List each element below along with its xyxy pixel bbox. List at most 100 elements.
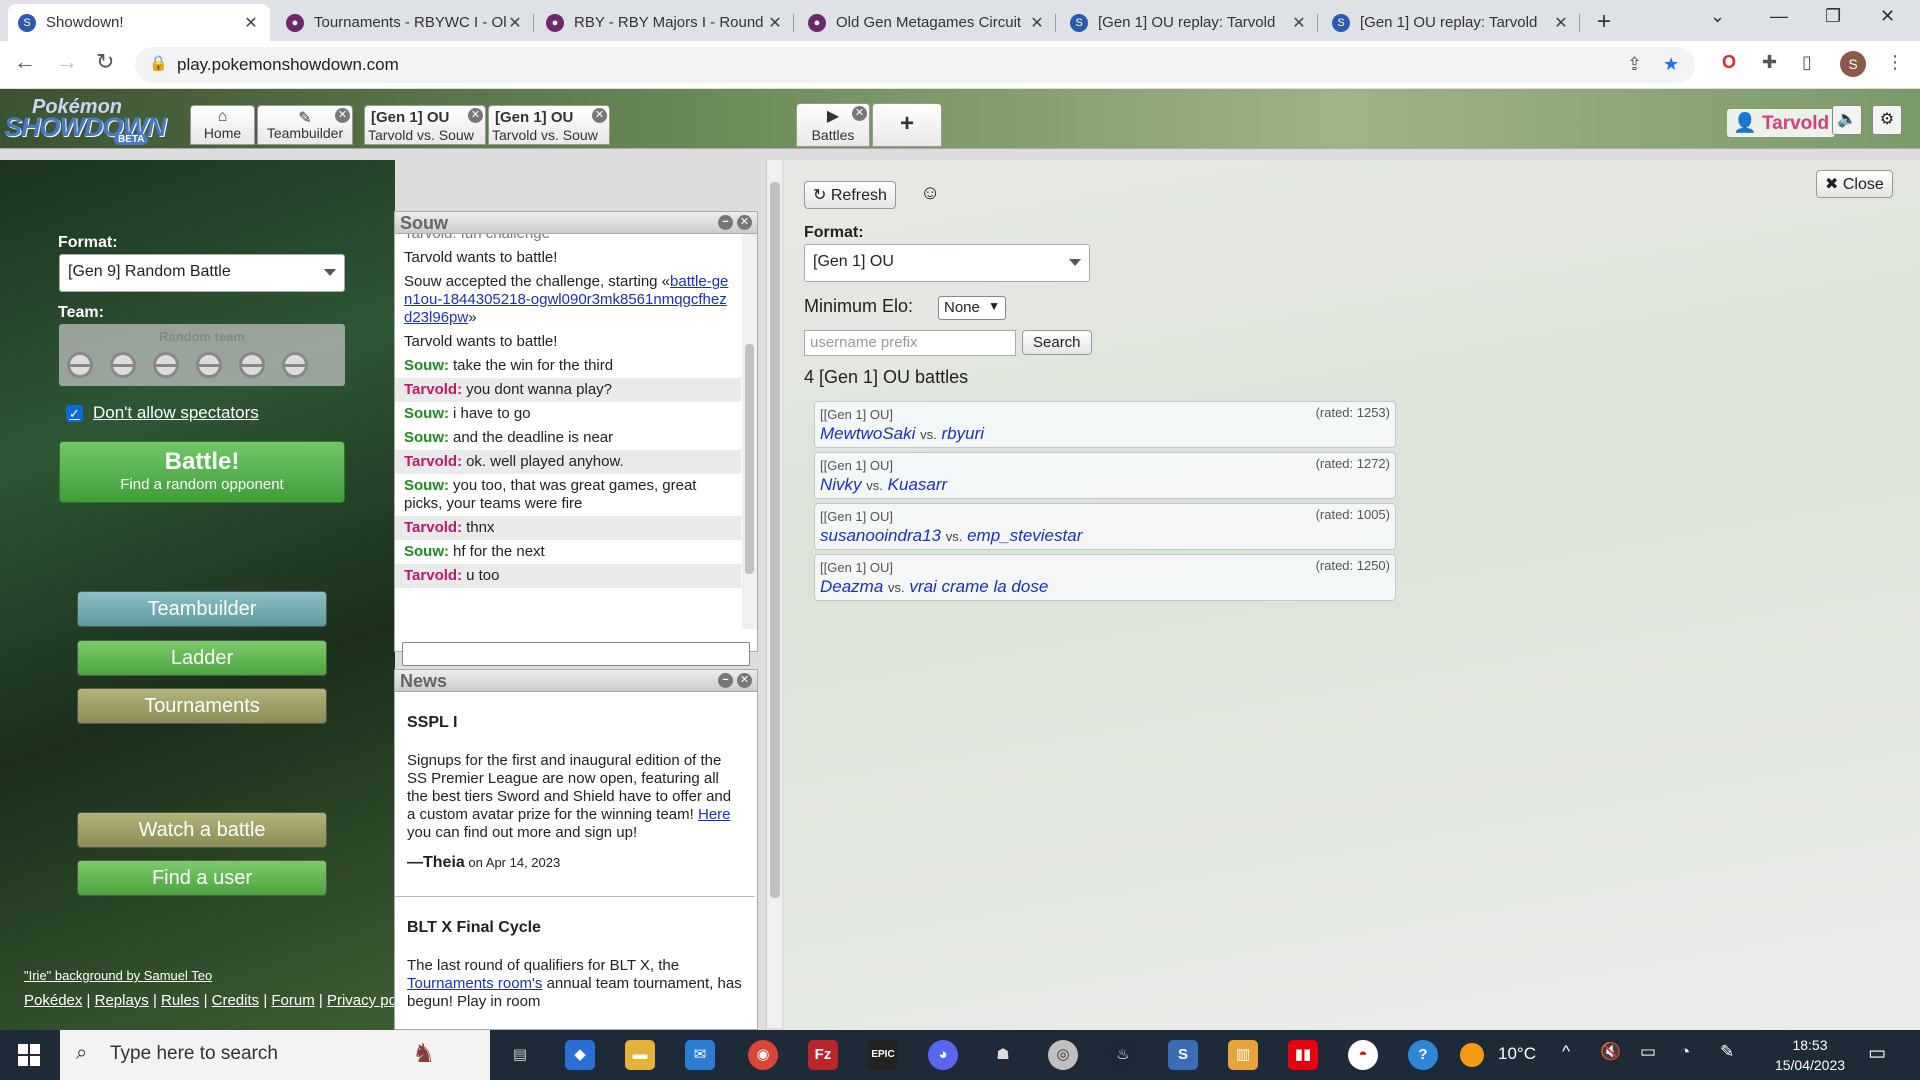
disc-icon[interactable]: ◎ bbox=[1048, 1040, 1078, 1070]
back-icon[interactable]: ← bbox=[14, 49, 36, 75]
windows-start-icon[interactable] bbox=[18, 1044, 40, 1066]
tray-chevron-up-icon[interactable]: ^ bbox=[1562, 1042, 1570, 1062]
new-room-button[interactable]: + bbox=[872, 103, 942, 147]
chat-scrollbar[interactable] bbox=[742, 234, 757, 629]
tab-battle-2[interactable]: [Gen 1] OU ✕ Tarvold vs. Souw bbox=[488, 105, 610, 145]
epic-games-icon[interactable]: EPIC bbox=[868, 1040, 898, 1070]
opera-extension-icon[interactable]: O bbox=[1722, 52, 1736, 73]
forum-link[interactable]: Forum bbox=[271, 992, 314, 1009]
battle-list-item[interactable]: [[Gen 1] OU] (rated: 1253) MewtwoSaki vs… bbox=[814, 401, 1396, 448]
chat-username[interactable]: Souw: bbox=[404, 477, 449, 494]
chat-username[interactable]: Souw: bbox=[404, 405, 449, 422]
browser-tab[interactable]: ● Old Gen Metagames Circuit ✕ bbox=[798, 4, 1056, 41]
minimize-icon[interactable]: − bbox=[718, 215, 733, 230]
volume-muted-icon[interactable]: 🔇 bbox=[1600, 1042, 1621, 1062]
chat-username[interactable]: Tarvold: bbox=[404, 567, 462, 584]
close-icon[interactable]: ✕ bbox=[242, 13, 260, 33]
browser-tab[interactable]: S [Gen 1] OU replay: Tarvold ✕ bbox=[1060, 4, 1318, 41]
refresh-button[interactable]: ↻ Refresh bbox=[804, 181, 896, 209]
tab-home[interactable]: ⌂ Home bbox=[190, 105, 255, 145]
bookmark-star-icon[interactable]: ★ bbox=[1663, 54, 1679, 75]
weather-temperature[interactable]: 10°C bbox=[1498, 1044, 1536, 1064]
format-select[interactable]: [Gen 9] Random Battle bbox=[59, 254, 345, 292]
tournaments-button[interactable]: Tournaments bbox=[77, 688, 327, 724]
close-icon[interactable]: ✕ bbox=[1552, 13, 1570, 33]
news-link[interactable]: Tournaments room's bbox=[407, 975, 542, 992]
news-header[interactable]: News − ✕ bbox=[395, 670, 757, 692]
menu-dots-icon[interactable]: ⋮ bbox=[1886, 52, 1904, 73]
profile-avatar[interactable]: S bbox=[1840, 51, 1866, 77]
browser-tab[interactable]: ● Tournaments - RBYWC I - Ol ✕ bbox=[276, 4, 534, 41]
showdown-logo[interactable]: Pokémon SHOWDOWN BETA bbox=[4, 94, 184, 145]
ladder-button[interactable]: Ladder bbox=[77, 640, 327, 676]
dropbox-icon[interactable]: ◆ bbox=[565, 1040, 595, 1070]
pm-chat-header[interactable]: Souw − ✕ bbox=[395, 212, 757, 234]
reload-icon[interactable]: ↻ bbox=[96, 49, 114, 75]
credits-link[interactable]: Credits bbox=[212, 992, 260, 1009]
teambuilder-button[interactable]: Teambuilder bbox=[77, 591, 327, 627]
username-button[interactable]: 👤 Tarvold bbox=[1727, 109, 1836, 137]
close-icon[interactable]: ✕ bbox=[852, 106, 867, 121]
browser-tab[interactable]: S [Gen 1] OU replay: Tarvold ✕ bbox=[1322, 4, 1580, 41]
taskbar-clock[interactable]: 18:53 15/04/2023 bbox=[1770, 1035, 1850, 1075]
username-prefix-input[interactable]: username prefix bbox=[804, 330, 1016, 356]
close-icon[interactable]: ✕ bbox=[592, 108, 607, 123]
pen-icon[interactable]: ✎ bbox=[1720, 1042, 1734, 1062]
battles-format-select[interactable]: [Gen 1] OU bbox=[804, 244, 1090, 282]
taskbar-search[interactable]: ⌕ Type here to search ♞ bbox=[60, 1030, 490, 1080]
help-icon[interactable]: ? bbox=[1408, 1040, 1438, 1070]
close-icon[interactable]: ✕ bbox=[468, 108, 483, 123]
restore-button[interactable]: ❐ bbox=[1825, 6, 1841, 27]
mail-icon[interactable]: ✉ bbox=[685, 1040, 715, 1070]
battle-list-item[interactable]: [[Gen 1] OU] (rated: 1005) susanooindra1… bbox=[814, 503, 1396, 550]
background-credit-link[interactable]: "Irie" background by Samuel Teo bbox=[24, 968, 212, 983]
news-link[interactable]: Here bbox=[698, 806, 731, 823]
battle-button[interactable]: Battle! Find a random opponent bbox=[59, 441, 345, 503]
rules-link[interactable]: Rules bbox=[161, 992, 199, 1009]
browser-tab[interactable]: ● RBY - RBY Majors I - Round ✕ bbox=[536, 4, 794, 41]
close-icon[interactable]: ✕ bbox=[737, 673, 752, 688]
pokeball-app-icon[interactable]: ◓ bbox=[1348, 1040, 1378, 1070]
notifications-icon[interactable]: ▭ bbox=[1868, 1042, 1886, 1065]
tab-battle-1[interactable]: [Gen 1] OU ✕ Tarvold vs. Souw bbox=[364, 105, 486, 145]
close-window-button[interactable]: ✕ bbox=[1880, 6, 1895, 27]
chat-username[interactable]: Tarvold: bbox=[404, 381, 462, 398]
search-button[interactable]: Search bbox=[1022, 330, 1092, 355]
filezilla-icon[interactable]: Fz bbox=[808, 1040, 838, 1070]
minimize-icon[interactable]: − bbox=[718, 673, 733, 688]
wifi-icon[interactable]: ◔ bbox=[1680, 1042, 1690, 1062]
close-button[interactable]: ✖ Close bbox=[1816, 170, 1893, 198]
tab-battles[interactable]: ▶ ✕ Battles bbox=[796, 103, 870, 147]
team-select[interactable]: Random team bbox=[59, 324, 345, 386]
chat-username[interactable]: Souw: bbox=[404, 357, 449, 374]
switch-icon[interactable]: ▮▮ bbox=[1288, 1040, 1318, 1070]
battle-list-item[interactable]: [[Gen 1] OU] (rated: 1272) Nivky vs. Kua… bbox=[814, 452, 1396, 499]
no-spectators-checkbox[interactable]: ✓ Don't allow spectators bbox=[66, 403, 259, 423]
pokedex-link[interactable]: Pokédex bbox=[24, 992, 82, 1009]
watch-battle-button[interactable]: Watch a battle bbox=[77, 812, 327, 848]
weather-sun-icon[interactable] bbox=[1460, 1043, 1484, 1067]
side-panel-icon[interactable]: ▯ bbox=[1802, 52, 1812, 73]
chat-username[interactable]: Tarvold: bbox=[404, 453, 462, 470]
close-icon[interactable]: ✕ bbox=[1290, 13, 1308, 33]
library-icon[interactable]: ▥ bbox=[1228, 1040, 1258, 1070]
chat-username[interactable]: Souw: bbox=[404, 543, 449, 560]
discord-icon[interactable]: ◕ bbox=[928, 1040, 958, 1070]
extensions-icon[interactable]: ✚ bbox=[1762, 52, 1777, 73]
close-icon[interactable]: ✕ bbox=[737, 215, 752, 230]
min-elo-select[interactable]: None ▼ bbox=[938, 296, 1006, 320]
browser-tab[interactable]: S Showdown! ✕ bbox=[8, 4, 270, 41]
close-icon[interactable]: ✕ bbox=[335, 108, 350, 123]
showdown-app-icon[interactable]: S bbox=[1168, 1040, 1198, 1070]
task-view-icon[interactable]: ▤ bbox=[505, 1040, 535, 1070]
chrome-icon[interactable]: ◉ bbox=[748, 1040, 778, 1070]
privacy-policy-link[interactable]: Privacy policy bbox=[327, 992, 395, 1009]
close-icon[interactable]: ✕ bbox=[766, 13, 784, 33]
gear-icon[interactable]: ⚙ bbox=[1872, 105, 1902, 135]
replays-link[interactable]: Replays bbox=[95, 992, 149, 1009]
file-explorer-icon[interactable]: ▬ bbox=[625, 1040, 655, 1070]
middle-scrollbar[interactable] bbox=[766, 160, 782, 1028]
minimize-button[interactable]: — bbox=[1770, 6, 1788, 27]
steam-icon[interactable]: ♨ bbox=[1108, 1040, 1138, 1070]
tab-search-icon[interactable]: ⌄ bbox=[1710, 6, 1725, 27]
